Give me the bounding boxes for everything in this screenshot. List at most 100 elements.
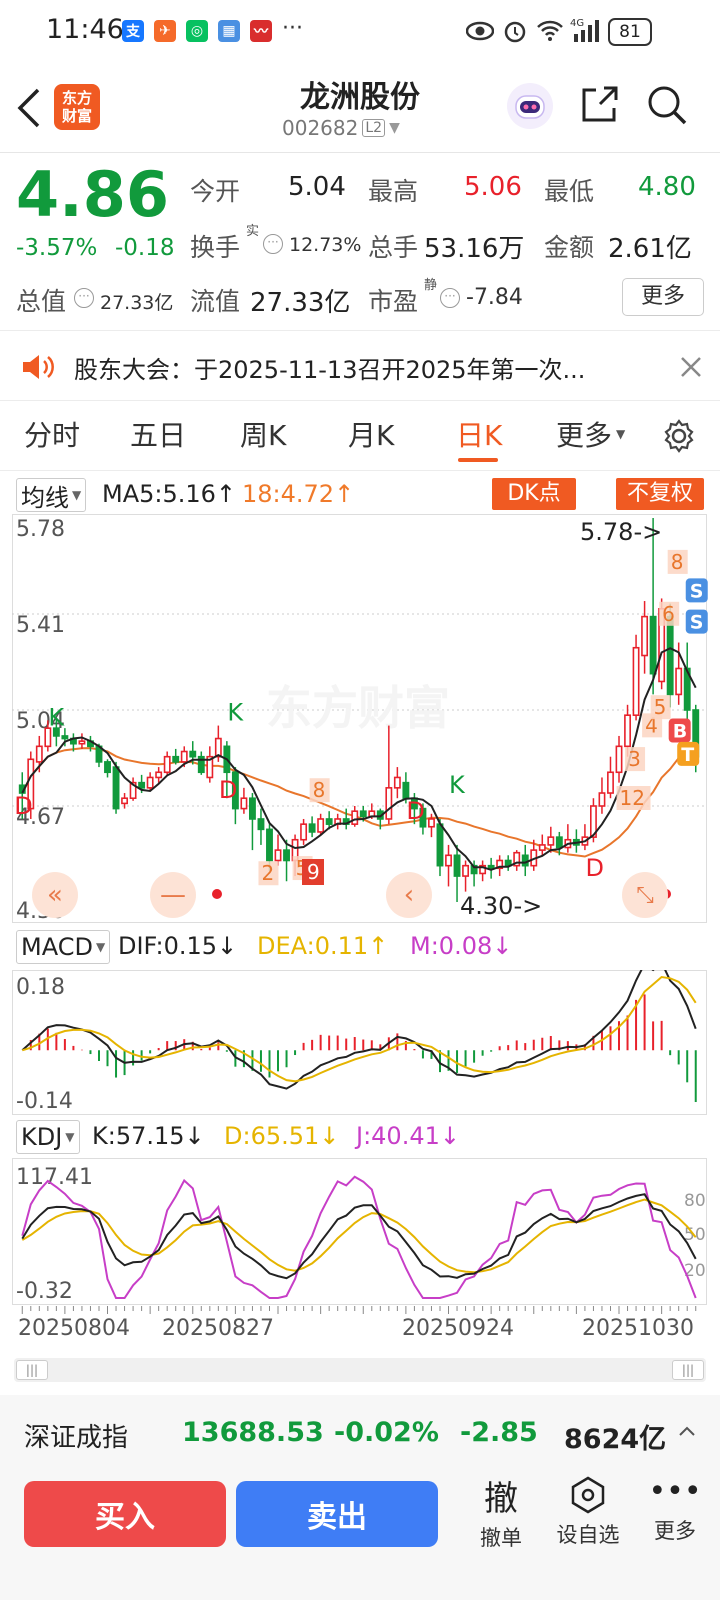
buy-button[interactable]: 买入	[24, 1481, 226, 1547]
scroll-left-far-button[interactable]: «	[32, 872, 78, 918]
assistant-robot-icon[interactable]	[506, 82, 554, 130]
pe-value: -7.84	[466, 285, 523, 310]
candle-body	[189, 750, 197, 758]
kdj-k: K:57.15↓	[92, 1122, 205, 1150]
turnover-label: 换手	[190, 233, 241, 262]
share-icon[interactable]	[578, 84, 620, 126]
stock-app-icon: 〰	[250, 20, 272, 42]
turnover-value: 12.73%	[289, 234, 362, 256]
mktcap-value: 27.33亿	[100, 292, 174, 314]
high-label: 最高	[368, 177, 419, 206]
indicator-label: 均线	[21, 483, 69, 512]
index-ticker[interactable]: 深证成指 13688.53 -0.02% -2.85 8624亿	[0, 1395, 720, 1471]
range-scrollbar[interactable]: ||| |||	[14, 1358, 706, 1382]
open-label: 今开	[190, 177, 241, 206]
date-label: 20250827	[162, 1316, 274, 1341]
chevron-down-icon: ▼	[389, 120, 400, 136]
search-icon[interactable]	[646, 84, 688, 126]
signal-icon: 4G	[570, 18, 599, 42]
more-quote-button[interactable]: 更多	[622, 278, 704, 316]
ma18-value: 18:4.72↑	[242, 480, 355, 508]
announcement-bar[interactable]: 股东大会：于2025-11-13召开2025年第一次...	[0, 332, 720, 400]
count-marker: 3	[628, 747, 641, 771]
scroll-handle-left[interactable]: |||	[16, 1360, 48, 1380]
kdj-j: J:40.41↓	[356, 1122, 460, 1150]
sell-button[interactable]: 卖出	[236, 1481, 438, 1547]
index-change: -2.85	[460, 1417, 538, 1448]
amount-label: 金额	[544, 233, 595, 262]
index-value: 13688.53	[182, 1417, 324, 1448]
expand-icon[interactable]: ⤡	[622, 872, 668, 918]
count-marker: 12	[620, 786, 645, 810]
indicator-selector[interactable]: 均线 ▼	[16, 478, 87, 512]
tab-weekly[interactable]: 周K	[240, 414, 286, 454]
candle-body	[240, 797, 248, 810]
more-label: 更多	[654, 1519, 696, 1543]
trade-badge-label: S	[690, 612, 704, 634]
k-line	[21, 1193, 697, 1280]
close-icon[interactable]	[680, 356, 702, 378]
tab-intraday[interactable]: 分时	[24, 414, 80, 454]
dk-point-button[interactable]: DK点	[492, 478, 576, 510]
signal-label: K	[227, 698, 244, 726]
y-axis-label: 5.41	[16, 613, 65, 638]
info-icon[interactable]: ···	[263, 234, 283, 254]
macd-y-top: 0.18	[16, 975, 65, 1000]
info-icon[interactable]: ···	[74, 288, 94, 308]
signal-label: D	[585, 854, 603, 882]
divider	[0, 400, 720, 401]
dif-line	[21, 970, 697, 1090]
candle-body	[547, 836, 555, 846]
scroll-left-button[interactable]: ‹	[386, 872, 432, 918]
more-dots-icon: •••	[648, 1474, 702, 1509]
svg-text:4G: 4G	[570, 18, 584, 29]
kdj-chart[interactable]: 117.41 -0.32 80 50 20	[12, 1158, 708, 1306]
more-actions-button[interactable]: ••• 更多	[640, 1475, 710, 1545]
action-bar: 买入 卖出 撤 撤单 设自选 ••• 更多	[0, 1471, 720, 1600]
macd-dif: DIF:0.15↓	[118, 932, 238, 960]
chevron-up-icon[interactable]	[678, 1425, 696, 1437]
pe-sup: 静	[424, 278, 438, 293]
adjust-button[interactable]: 不复权	[616, 478, 704, 510]
cancel-order-button[interactable]: 撤 撤单	[466, 1471, 536, 1552]
stock-code-row[interactable]: 002682 L2 ▼	[282, 116, 400, 140]
caret-down-icon: ▼	[95, 940, 106, 954]
kdj-selector[interactable]: KDJ ▼	[16, 1120, 80, 1154]
candle-body	[163, 755, 171, 774]
watchlist-label: 设自选	[556, 1523, 620, 1547]
add-watchlist-button[interactable]: 设自选	[550, 1475, 626, 1549]
caret-down-icon: ▼	[65, 1130, 75, 1144]
info-icon[interactable]: ···	[440, 288, 460, 308]
candle-body	[283, 849, 290, 862]
app-notification-icon: ✈	[154, 20, 176, 42]
battery-icon: 81	[608, 18, 652, 46]
candle-body	[104, 761, 111, 774]
kdj-y-bottom: -0.32	[16, 1279, 73, 1304]
caret-down-icon: ▼	[72, 488, 82, 502]
tab-monthly[interactable]: 月K	[348, 414, 394, 454]
scroll-handle-right[interactable]: |||	[672, 1360, 704, 1380]
trade-badge-label: B	[673, 721, 687, 743]
candle-body	[393, 776, 401, 789]
gear-icon[interactable]	[661, 418, 697, 454]
speaker-icon	[23, 355, 54, 379]
float-label: 流值	[190, 287, 241, 316]
zoom-out-button[interactable]: —	[150, 872, 196, 918]
kline-chart[interactable]: 东方财富 5.785.415.044.674.30 5.78-> 4.30-> …	[12, 514, 708, 924]
signal-label: D	[406, 797, 424, 825]
macd-y-bottom: -0.14	[16, 1089, 73, 1114]
tab-more[interactable]: 更多 ▼	[556, 414, 625, 454]
candle-body	[598, 792, 606, 807]
macd-chart[interactable]: 0.18 -0.14	[12, 970, 708, 1116]
tab-five-day[interactable]: 五日	[130, 414, 186, 454]
candle-body	[180, 750, 188, 763]
j-line	[21, 1175, 697, 1299]
macd-selector[interactable]: MACD ▼	[16, 930, 111, 964]
tab-daily[interactable]: 日K	[456, 414, 502, 454]
calendar-icon: ▦	[218, 20, 240, 42]
candle-body	[428, 818, 435, 828]
announcement-text: 股东大会：于2025-11-13召开2025年第一次...	[74, 356, 586, 384]
candle-body	[359, 810, 367, 818]
candle-body	[538, 844, 546, 851]
wechat-icon: ◎	[186, 20, 208, 42]
